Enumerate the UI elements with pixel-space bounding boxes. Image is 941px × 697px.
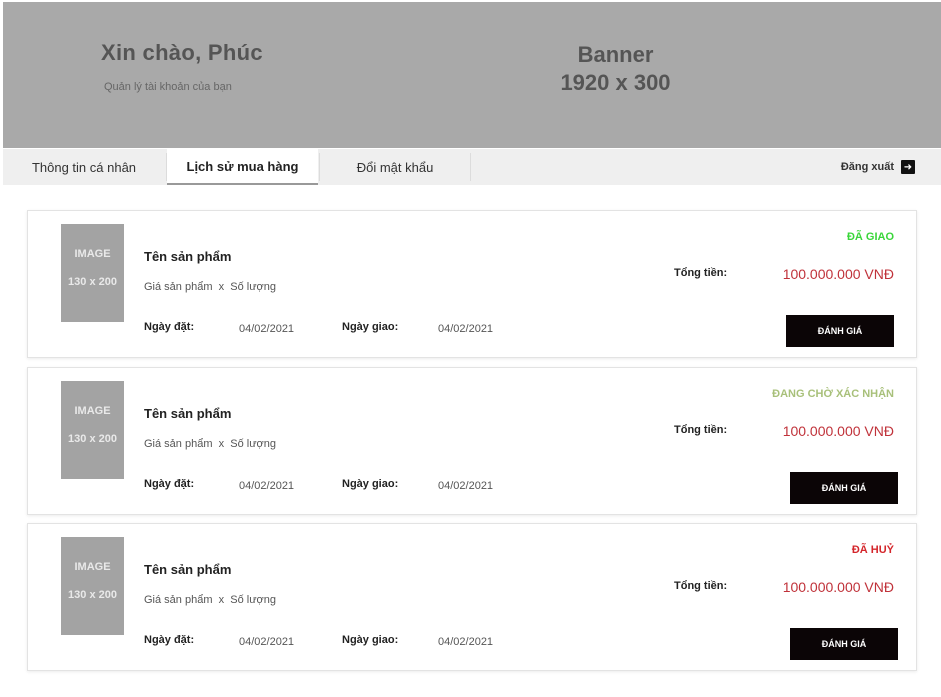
image-placeholder-size: 130 x 200 xyxy=(68,276,117,288)
total-value: 100.000.000 VNĐ xyxy=(782,423,894,439)
product-price-qty: Giá sản phẩm x Số lượng xyxy=(144,594,276,606)
product-image-placeholder: IMAGE 130 x 200 xyxy=(61,224,124,322)
order-date-value: 04/02/2021 xyxy=(239,636,295,648)
total-label: Tổng tiền: xyxy=(674,267,728,279)
quantity-label: Số lượng xyxy=(230,594,277,606)
order-date-value: 04/02/2021 xyxy=(239,323,295,335)
quantity-label: Số lượng xyxy=(230,438,277,450)
quantity-label: Số lượng xyxy=(230,281,277,293)
total-value: 100.000.000 VNĐ xyxy=(782,266,894,282)
delivery-date-label: Ngày giao: xyxy=(342,634,399,646)
tab-personal-info[interactable]: Thông tin cá nhân xyxy=(3,149,165,185)
order-date-label: Ngày đặt: xyxy=(144,478,195,490)
order-date-label: Ngày đặt: xyxy=(144,321,195,333)
product-name: Tên sản phẩm xyxy=(144,249,232,264)
total-value: 100.000.000 VNĐ xyxy=(782,579,894,595)
order-date-label: Ngày đặt: xyxy=(144,634,195,646)
order-date-value: 04/02/2021 xyxy=(239,480,295,492)
price-label: Giá sản phẩm xyxy=(144,281,213,293)
logout-button[interactable]: Đăng xuất ➜ xyxy=(841,149,915,185)
account-banner: Xin chào, Phúc Quản lý tài khoản của bạn… xyxy=(3,2,941,148)
delivery-date-value: 04/02/2021 xyxy=(438,636,494,648)
image-placeholder-size: 130 x 200 xyxy=(68,589,117,601)
times-sign: x xyxy=(218,281,225,293)
delivery-date-label: Ngày giao: xyxy=(342,321,399,333)
times-sign: x xyxy=(218,594,225,606)
total-label: Tổng tiền: xyxy=(674,424,728,436)
product-image-placeholder: IMAGE 130 x 200 xyxy=(61,381,124,479)
greeting-subtitle: Quản lý tài khoản của bạn xyxy=(104,81,232,93)
price-label: Giá sản phẩm xyxy=(144,438,213,450)
image-placeholder-label: IMAGE xyxy=(74,405,111,417)
greeting-title: Xin chào, Phúc xyxy=(101,40,263,65)
review-button[interactable]: ĐÁNH GIÁ xyxy=(790,628,898,660)
order-status: ĐÃ GIAO xyxy=(846,231,894,243)
product-price-qty: Giá sản phẩm x Số lượng xyxy=(144,438,276,450)
product-name: Tên sản phẩm xyxy=(144,562,232,577)
delivery-date-label: Ngày giao: xyxy=(342,478,399,490)
tab-divider xyxy=(470,153,471,181)
banner-placeholder: Banner 1920 x 300 xyxy=(543,41,688,97)
review-button[interactable]: ĐÁNH GIÁ xyxy=(790,472,898,504)
banner-placeholder-size: 1920 x 300 xyxy=(560,70,671,95)
product-price-qty: Giá sản phẩm x Số lượng xyxy=(144,281,276,293)
order-card: IMAGE 130 x 200 Tên sản phẩm Giá sản phẩ… xyxy=(27,367,917,515)
order-status: ĐANG CHỜ XÁC NHẬN xyxy=(772,388,894,400)
order-card: IMAGE 130 x 200 Tên sản phẩm Giá sản phẩ… xyxy=(27,523,917,671)
total-label: Tổng tiền: xyxy=(674,580,728,592)
tab-change-password[interactable]: Đổi mật khẩu xyxy=(320,149,470,185)
banner-placeholder-label: Banner xyxy=(577,42,654,67)
account-tabs: Thông tin cá nhân Lịch sử mua hàng Đổi m… xyxy=(3,149,941,185)
times-sign: x xyxy=(218,438,225,450)
delivery-date-value: 04/02/2021 xyxy=(438,323,494,335)
image-placeholder-size: 130 x 200 xyxy=(68,433,117,445)
order-card: IMAGE 130 x 200 Tên sản phẩm Giá sản phẩ… xyxy=(27,210,917,358)
image-placeholder-label: IMAGE xyxy=(74,248,111,260)
product-image-placeholder: IMAGE 130 x 200 xyxy=(61,537,124,635)
image-placeholder-label: IMAGE xyxy=(74,561,111,573)
order-status: ĐÃ HUỶ xyxy=(851,544,894,556)
tab-purchase-history[interactable]: Lịch sử mua hàng xyxy=(167,149,318,185)
review-button[interactable]: ĐÁNH GIÁ xyxy=(786,315,894,347)
logout-icon: ➜ xyxy=(901,160,915,174)
logout-label: Đăng xuất xyxy=(840,161,894,173)
delivery-date-value: 04/02/2021 xyxy=(438,480,494,492)
price-label: Giá sản phẩm xyxy=(144,594,213,606)
product-name: Tên sản phẩm xyxy=(144,406,232,421)
